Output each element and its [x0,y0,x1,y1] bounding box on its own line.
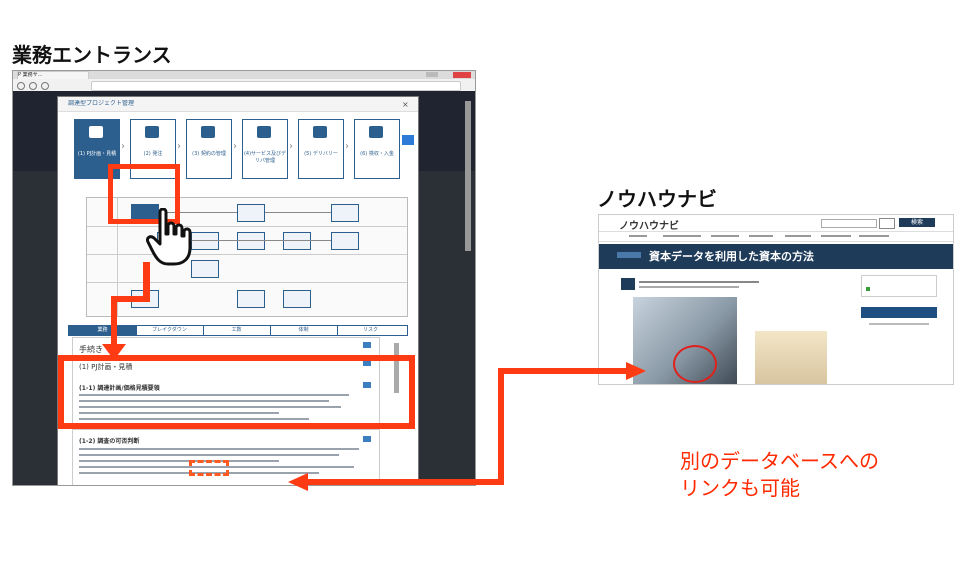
reload-icon[interactable] [41,82,49,90]
section-heading: 手続き [79,345,103,354]
tab-risk[interactable]: リスク [337,326,404,335]
caption-line-1: 別のデータベースへの [680,449,879,473]
chevron-right-icon: › [289,141,293,152]
address-bar[interactable] [91,81,461,91]
article-title: 資本データを利用した資本の方法 [649,250,814,263]
flow-node[interactable] [237,204,265,222]
sidebar-box [861,275,937,297]
step-delivery[interactable]: (5) デリバリー [298,119,344,179]
tab-breakdown[interactable]: ブレイクダウン [136,326,204,335]
back-icon[interactable] [17,82,25,90]
chevron-right-icon: › [177,141,181,152]
page-heading-knowhow-navi: ノウハウナビ [597,187,717,211]
arrow-right-icon [626,362,646,380]
arrow-left-icon [288,473,308,491]
red-connector [306,479,504,485]
note-icon[interactable] [363,436,371,442]
nav-item[interactable] [785,235,811,237]
annotation-caption: 別のデータベースへの リンクも可能 [680,448,879,502]
hand-cursor-icon [146,208,192,266]
arrow-down-icon [102,344,126,360]
minimize-icon[interactable] [426,72,438,77]
step-service[interactable]: (4)サービス及びデリバ管理 [242,119,288,179]
search-button[interactable]: 検索 [899,218,935,227]
photo-highlight-circle [673,345,717,383]
caption-line-2: リンクも可能 [680,476,800,500]
page-scrollbar[interactable] [465,101,471,251]
flow-node[interactable] [283,232,311,250]
flow-node[interactable] [331,232,359,250]
step-inspection[interactable]: (6) 検収・入金 [354,119,400,179]
category-badge [617,252,641,258]
article-photo-book [755,331,827,384]
site-nav [599,231,953,242]
close-icon[interactable] [453,72,471,78]
knowhow-navi-screenshot: ノウハウナビ 検索 資本データを利用した資本の方法 [598,214,954,385]
link-highlight[interactable] [189,460,229,476]
modal-close-icon[interactable]: × [402,100,409,109]
nav-item[interactable] [859,235,889,237]
note-icon[interactable] [363,342,371,348]
red-connector [498,368,628,374]
checkbox-icon[interactable] [866,287,870,291]
chevron-right-icon: › [345,141,349,152]
detail-tabs: 業務 ブレイクダウン 工数 体制 リスク [68,325,408,336]
flow-node[interactable] [331,204,359,222]
nav-item[interactable] [821,235,851,237]
nav-item[interactable] [749,235,773,237]
nav-item[interactable] [629,235,647,237]
highlight-box-procedure [58,355,415,429]
tab-effort[interactable]: 工数 [203,326,271,335]
modal-header: 調達型プロジェクト管理 × [58,97,418,112]
step-number-badge [621,278,635,290]
flow-node[interactable] [283,290,311,308]
red-connector [498,368,504,484]
chevron-right-icon: › [121,141,125,152]
forward-icon[interactable] [29,82,37,90]
item-title: (1-2) 調査の可否判断 [79,438,140,445]
nav-item[interactable] [711,235,739,237]
procedure-section-2: (1-2) 調査の可否判断 [72,429,380,485]
article-hero: 資本データを利用した資本の方法 [599,244,953,269]
chevron-right-icon: › [233,141,237,152]
modal-title: 調達型プロジェクト管理 [68,100,135,107]
nav-item[interactable] [663,235,701,237]
tab-business[interactable]: 業務 [69,326,137,335]
search-icon[interactable] [879,218,895,229]
browser-tabbar: P 業務サ... [13,71,475,81]
next-arrow-button[interactable] [402,135,414,145]
site-logo: ノウハウナビ [619,221,679,232]
site-search-input[interactable] [821,219,877,228]
step-contract[interactable]: (3) 契約の管理 [186,119,232,179]
flow-node[interactable] [237,232,265,250]
sidebar-button[interactable] [861,307,937,318]
red-connector [111,296,117,350]
flow-node[interactable] [237,290,265,308]
tab-structure[interactable]: 体制 [270,326,338,335]
page-heading-business-entrance: 業務エントランス [12,43,172,67]
